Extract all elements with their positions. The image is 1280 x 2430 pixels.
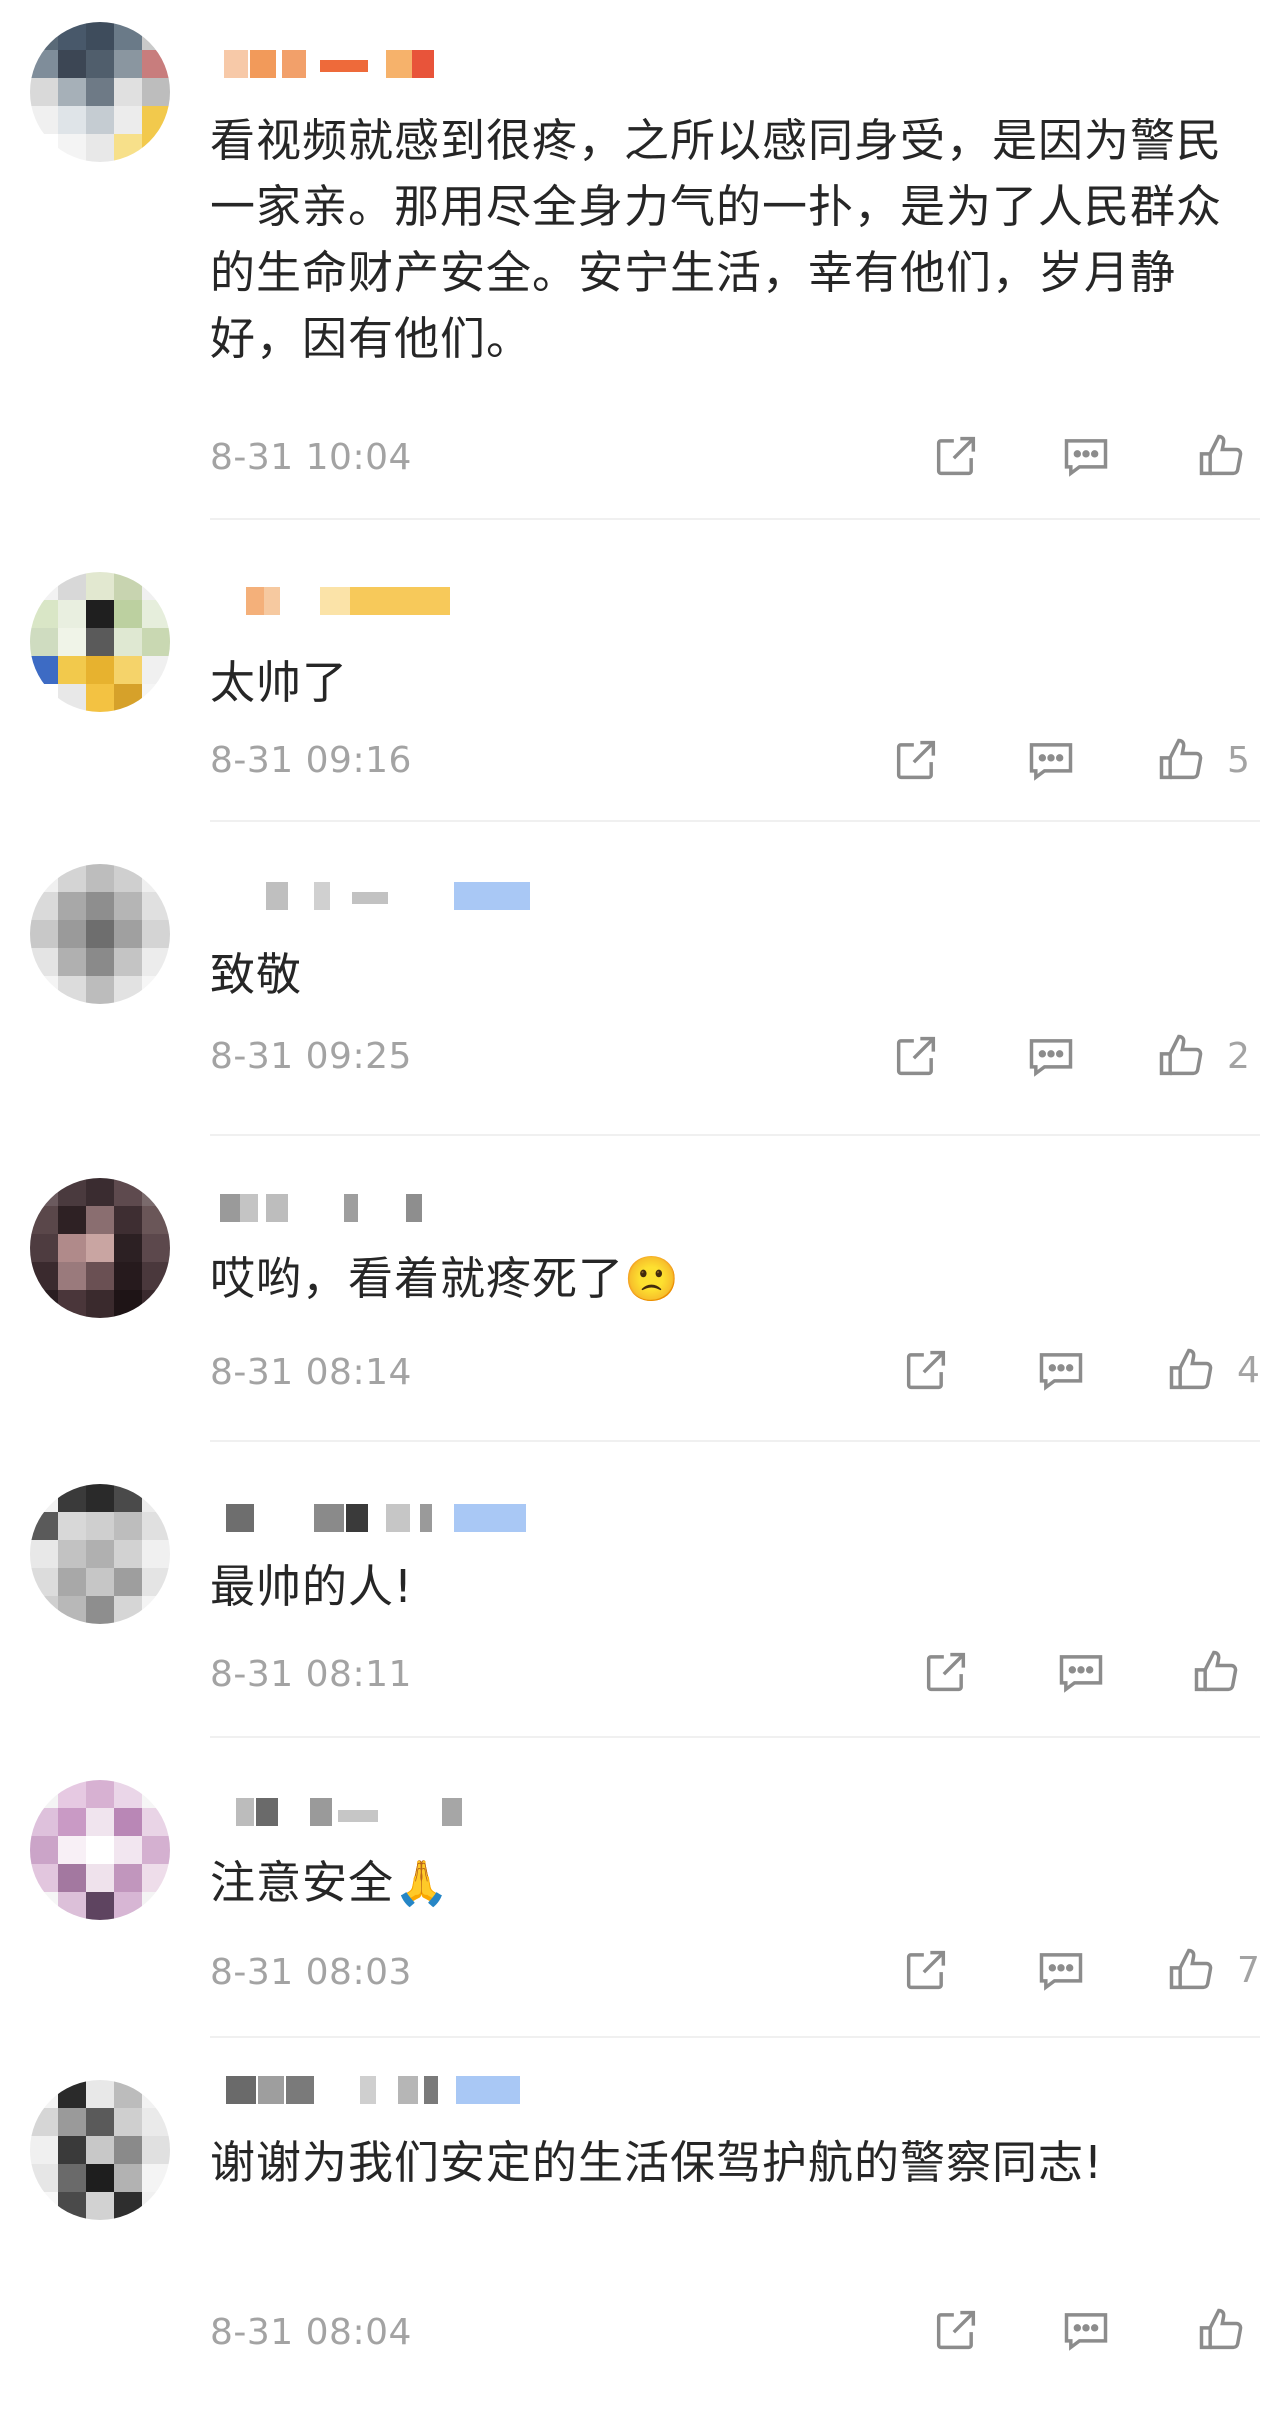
like-count: 4 [1237, 1350, 1260, 1391]
reply-button[interactable] [1025, 1030, 1085, 1090]
comment-icon [1029, 743, 1073, 781]
avatar[interactable] [30, 1178, 170, 1318]
like-button[interactable] [1165, 1944, 1225, 2004]
comment-icon [1064, 2313, 1108, 2351]
share-button[interactable] [890, 1030, 950, 1090]
comment-text: 致敬 [210, 948, 303, 1001]
reply-button[interactable] [1035, 1344, 1095, 1404]
share-button[interactable] [900, 1344, 960, 1404]
comment-icon [1064, 439, 1108, 477]
share-button[interactable] [930, 430, 990, 490]
avatar[interactable] [30, 572, 170, 712]
username-redacted[interactable] [210, 2066, 670, 2114]
share-button[interactable] [920, 1646, 980, 1706]
like-count: 2 [1227, 1036, 1250, 1077]
reply-button[interactable] [1060, 430, 1120, 490]
comment-actions: 2 [870, 1030, 1250, 1090]
comment-text: 最帅的人! [210, 1560, 414, 1613]
comment-actions [870, 1646, 1250, 1706]
divider [210, 820, 1260, 822]
share-icon [936, 436, 976, 476]
thumbs-up-icon [1169, 1948, 1213, 1990]
comment-icon [1039, 1353, 1083, 1391]
comment-timestamp: 8-31 08:14 [210, 1352, 412, 1393]
comment-icon [1039, 1953, 1083, 1991]
avatar[interactable] [30, 22, 170, 162]
like-button[interactable] [1165, 1344, 1225, 1404]
username-redacted[interactable] [210, 40, 670, 88]
comment-timestamp: 8-31 09:25 [210, 1036, 412, 1077]
like-button[interactable] [1195, 430, 1255, 490]
comment-item: 太帅了 8-31 09:16 5 [0, 522, 1280, 822]
like-button[interactable] [1190, 1646, 1250, 1706]
comment-timestamp: 8-31 10:04 [210, 437, 412, 478]
comment-timestamp: 8-31 09:16 [210, 740, 412, 781]
comment-item: 致敬 8-31 09:25 2 [0, 824, 1280, 1136]
share-icon [936, 2310, 976, 2350]
comment-actions: 7 [870, 1944, 1260, 2004]
thumbs-up-icon [1194, 1650, 1238, 1692]
share-icon [896, 740, 936, 780]
avatar[interactable] [30, 2080, 170, 2220]
share-icon [896, 1036, 936, 1076]
share-icon [906, 1950, 946, 1990]
avatar[interactable] [30, 1484, 170, 1624]
like-button[interactable] [1155, 1030, 1215, 1090]
thumbs-up-icon [1169, 1348, 1213, 1390]
comment-timestamp: 8-31 08:03 [210, 1952, 412, 1993]
comment-item: 谢谢为我们安定的生活保驾护航的警察同志! 8-31 08:04 [0, 2038, 1280, 2430]
praying-hands-emoji-icon: 🙏 [394, 1858, 450, 1909]
reply-button[interactable] [1025, 734, 1085, 794]
like-count: 5 [1227, 740, 1250, 781]
comment-item: 哎哟，看着就疼死了🙁 8-31 08:14 4 [0, 1136, 1280, 1442]
avatar[interactable] [30, 1780, 170, 1920]
thumbs-up-icon [1159, 738, 1203, 780]
comment-text: 哎哟，看着就疼死了🙁 [210, 1246, 1240, 1313]
comment-text: 谢谢为我们安定的生活保驾护航的警察同志! [210, 2136, 1104, 2189]
avatar[interactable] [30, 864, 170, 1004]
reply-button[interactable] [1060, 2304, 1120, 2364]
divider [210, 518, 1260, 520]
username-redacted[interactable] [210, 577, 670, 625]
username-redacted[interactable] [210, 872, 670, 920]
reply-button[interactable] [1055, 1646, 1115, 1706]
like-button[interactable] [1195, 2304, 1255, 2364]
thumbs-up-icon [1199, 434, 1243, 476]
comment-text-content: 注意安全 [210, 1856, 395, 1909]
username-redacted[interactable] [210, 1494, 670, 1542]
comment-text: 太帅了 [210, 656, 349, 709]
frown-emoji-icon: 🙁 [624, 1254, 680, 1305]
comment-timestamp: 8-31 08:04 [210, 2312, 412, 2353]
comment-actions [870, 2304, 1250, 2364]
comment-timestamp: 8-31 08:11 [210, 1654, 412, 1695]
like-button[interactable] [1155, 734, 1215, 794]
comment-text: 看视频就感到很疼，之所以感同身受，是因为警民一家亲。那用尽全身力气的一扑，是为了… [210, 114, 1223, 365]
thumbs-up-icon [1159, 1034, 1203, 1076]
share-icon [906, 1350, 946, 1390]
share-button[interactable] [930, 2304, 990, 2364]
share-button[interactable] [890, 734, 950, 794]
comment-text: 注意安全🙏 [210, 1850, 1240, 1917]
comment-item: 最帅的人! 8-31 08:11 [0, 1442, 1280, 1742]
share-icon [926, 1652, 966, 1692]
comment-icon [1029, 1039, 1073, 1077]
comment-actions: 5 [870, 734, 1250, 794]
comment-actions: 4 [870, 1344, 1260, 1404]
username-redacted[interactable] [210, 1184, 670, 1232]
comment-item: 注意安全🙏 8-31 08:03 7 [0, 1738, 1280, 2038]
thumbs-up-icon [1199, 2308, 1243, 2350]
username-redacted[interactable] [210, 1788, 670, 1836]
comment-item: 看视频就感到很疼，之所以感同身受，是因为警民一家亲。那用尽全身力气的一扑，是为了… [0, 0, 1280, 520]
comment-icon [1059, 1655, 1103, 1693]
comment-text-content: 哎哟，看着就疼死了 [210, 1252, 625, 1305]
comment-feed: 看视频就感到很疼，之所以感同身受，是因为警民一家亲。那用尽全身力气的一扑，是为了… [0, 0, 1280, 2430]
comment-actions [870, 430, 1250, 490]
share-button[interactable] [900, 1944, 960, 2004]
reply-button[interactable] [1035, 1944, 1095, 2004]
like-count: 7 [1237, 1950, 1260, 1991]
